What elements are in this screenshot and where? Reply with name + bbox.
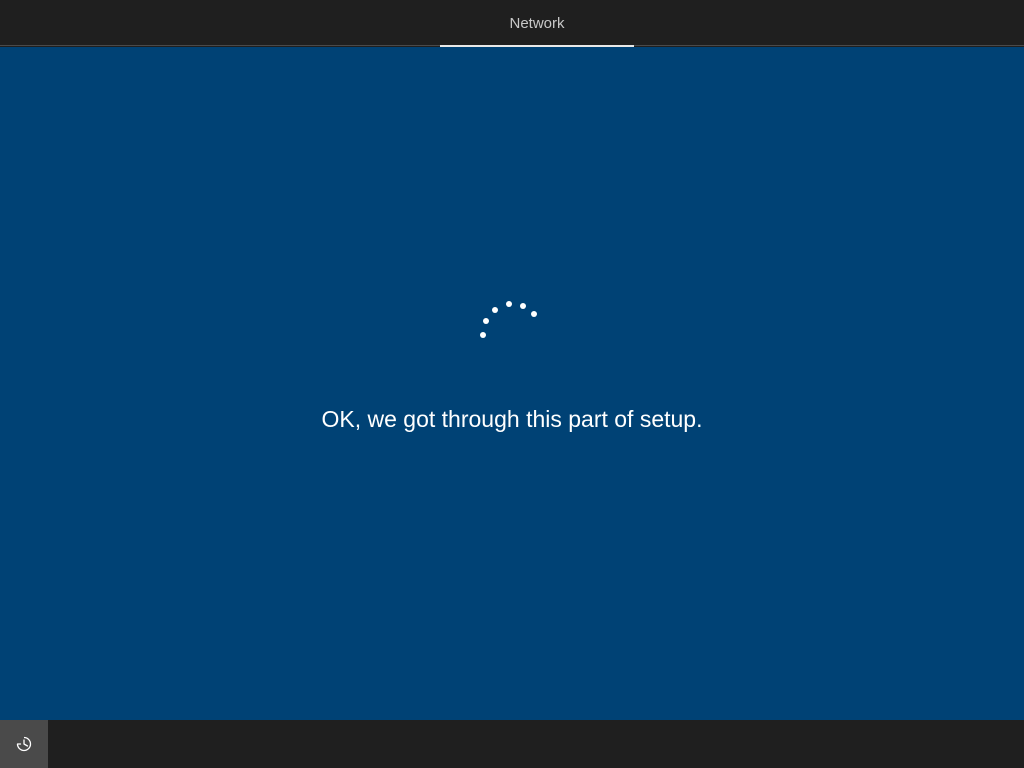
setup-screen: Network OK, we got through this part of …: [0, 0, 1024, 768]
ease-of-access-icon: [16, 736, 32, 752]
spinner-dot: [506, 301, 512, 307]
top-bar: Network: [0, 0, 1024, 48]
spinner-dot: [520, 303, 526, 309]
tab-network-label: Network: [509, 15, 565, 32]
ease-of-access-button[interactable]: [0, 720, 48, 768]
spinner-dot: [531, 311, 537, 317]
tab-network: Network: [440, 0, 634, 48]
spinner-dot: [483, 318, 489, 324]
bottom-bar: [0, 720, 1024, 768]
main-panel: OK, we got through this part of setup.: [0, 47, 1024, 720]
loading-spinner: [480, 301, 537, 338]
spinner-dot: [480, 332, 486, 338]
spinner-dot: [492, 307, 498, 313]
status-message: OK, we got through this part of setup.: [321, 406, 703, 432]
